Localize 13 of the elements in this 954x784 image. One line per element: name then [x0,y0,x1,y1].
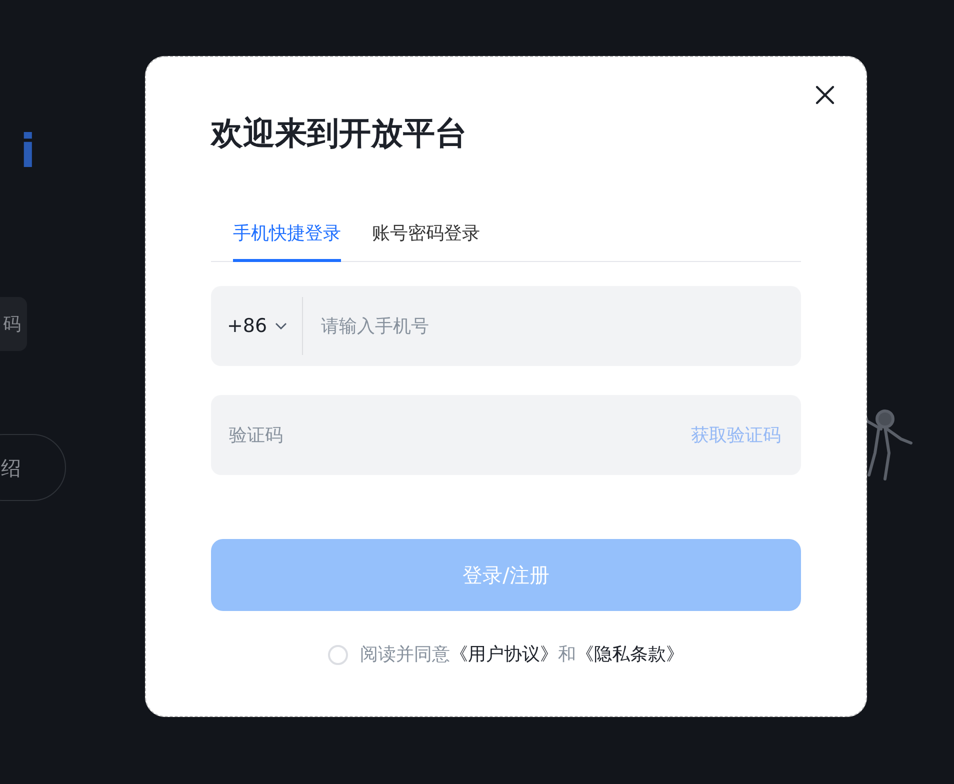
agreement-text: 阅读并同意《用户协议》和《隐私条款》 [360,643,684,668]
phone-field[interactable]: +86 请输入手机号 [211,286,801,366]
agreement-link[interactable]: 《用户协议》 [450,644,558,666]
chevron-down-icon [275,322,288,330]
agreement-link[interactable]: 《隐私条款》 [576,644,684,666]
background-button[interactable]: 绍 [0,434,66,501]
country-code-select[interactable]: +86 [211,297,303,356]
logo-text: i [20,128,36,174]
login-tab[interactable]: 手机快捷登录 [233,220,341,262]
login-tab[interactable]: 账号密码登录 [372,220,480,262]
agreement-radio[interactable] [328,644,348,665]
background-button[interactable]: 码 [0,297,27,351]
dialog-title: 欢迎来到开放平台 [211,114,468,152]
